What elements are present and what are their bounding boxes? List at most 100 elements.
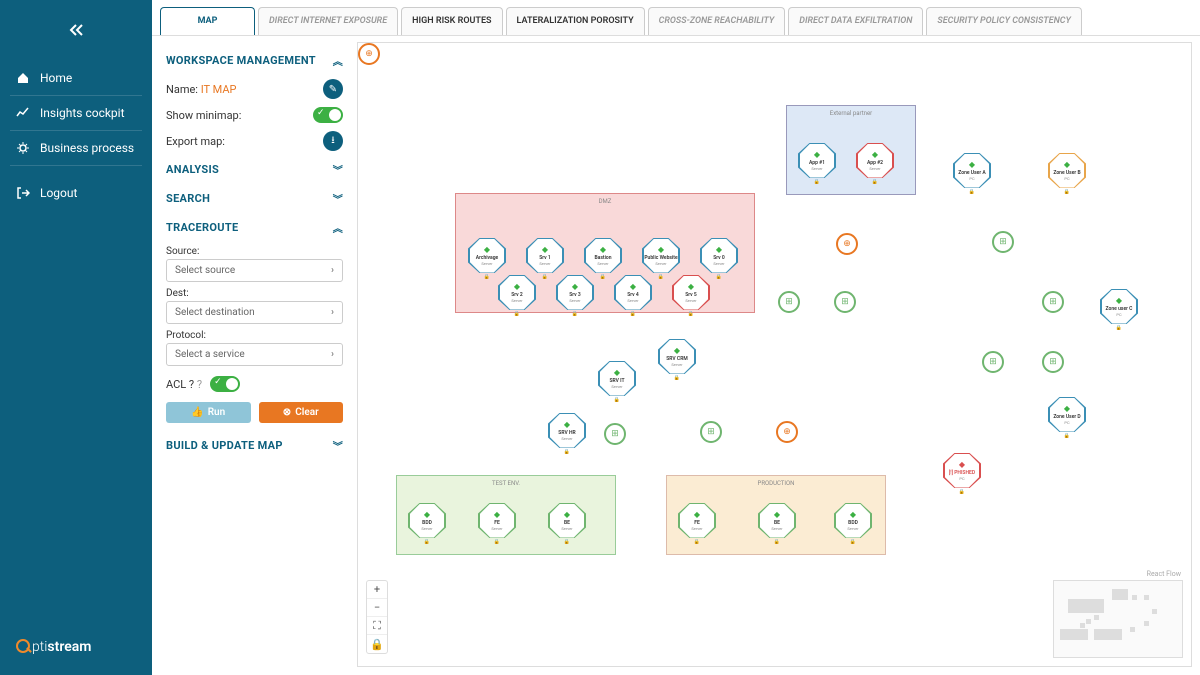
nav-label: Home — [40, 71, 72, 85]
dest-select[interactable]: Select destination› — [166, 301, 343, 324]
node-user-b[interactable]: ◆Zone User BPC🔒 — [1048, 153, 1086, 195]
nav-label: Insights cockpit — [40, 106, 125, 120]
tab-map[interactable]: MAP — [160, 7, 255, 35]
node-srv4[interactable]: ◆Srv 4Server🔒 — [614, 275, 652, 317]
field-minimap: Show minimap: ✓ — [166, 103, 343, 127]
node-prod-be[interactable]: ◆BEServer🔒 — [758, 503, 796, 545]
field-export: Export map: ⭳ — [166, 127, 343, 155]
node-user-c[interactable]: ◆Zone user CPC🔒 — [1100, 289, 1138, 331]
node-public-website[interactable]: ◆Public WebsiteServer🔒 — [642, 238, 680, 280]
tab-high-risk[interactable]: HIGH RISK ROUTES — [401, 7, 502, 35]
tab-policy[interactable]: SECURITY POLICY CONSISTENCY — [926, 7, 1081, 35]
section-workspace[interactable]: WORKSPACE MANAGEMENT︽ — [166, 46, 343, 75]
minimap-toggle[interactable]: ✓ — [313, 107, 343, 123]
node-srv-hr[interactable]: ◆SRV HRServer🔒 — [548, 413, 586, 455]
nav-business[interactable]: Business process — [10, 131, 142, 166]
minimap[interactable] — [1053, 580, 1183, 658]
help-icon[interactable]: ? — [197, 378, 202, 391]
zoom-out-button[interactable]: − — [367, 599, 387, 617]
zoom-controls: + − ⛶ 🔒 — [366, 580, 388, 654]
nav-insights[interactable]: Insights cockpit — [10, 96, 142, 131]
router-node[interactable]: ⊞ — [1042, 291, 1064, 313]
source-label: Source: — [166, 246, 343, 257]
node-user-a[interactable]: ◆Zone User APC🔒 — [953, 153, 991, 195]
left-panel: WORKSPACE MANAGEMENT︽ Name: IT MAP ✎ Sho… — [152, 36, 357, 675]
attribution: React Flow — [1147, 570, 1181, 578]
nav-logout[interactable]: Logout — [10, 176, 142, 210]
node-test-bdd[interactable]: ◆BDDServer🔒 — [408, 503, 446, 545]
nav-label: Business process — [40, 141, 134, 155]
chevron-down-icon: ︾ — [333, 191, 343, 206]
clear-button[interactable]: ⊗ Clear — [259, 402, 344, 423]
logo-mark-icon — [16, 639, 30, 653]
sidebar: Home Insights cockpit Business process L… — [0, 0, 152, 675]
node-prod-bdd[interactable]: ◆BDDServer🔒 — [834, 503, 872, 545]
field-acl: ACL ? ? ✓ — [166, 372, 343, 396]
lock-view-button[interactable]: 🔒 — [367, 635, 387, 653]
section-traceroute[interactable]: TRACEROUTE︽ — [166, 213, 343, 242]
firewall-node[interactable]: ⊕ — [358, 43, 380, 65]
firewall-node[interactable]: ⊕ — [776, 421, 798, 443]
nav-home[interactable]: Home — [10, 61, 142, 96]
chart-icon — [16, 106, 30, 120]
protocol-label: Protocol: — [166, 330, 343, 341]
run-button[interactable]: 👍 Run — [166, 402, 251, 423]
logout-icon — [16, 186, 30, 200]
node-test-fe[interactable]: ◆FEServer🔒 — [478, 503, 516, 545]
node-phished[interactable]: ◆[!] PHISHEDPC🔒 — [943, 453, 981, 495]
node-srv5[interactable]: ◆Srv 5Server🔒 — [672, 275, 710, 317]
home-icon — [16, 71, 30, 85]
acl-toggle[interactable]: ✓ — [210, 376, 240, 392]
fit-view-button[interactable]: ⛶ — [367, 617, 387, 635]
section-search[interactable]: SEARCH︾ — [166, 184, 343, 213]
chevron-up-icon: ︽ — [333, 220, 343, 235]
node-archivage[interactable]: ◆ArchivageServer🔒 — [468, 238, 506, 280]
router-node[interactable]: ⊞ — [700, 421, 722, 443]
chevron-right-icon: › — [331, 307, 334, 318]
node-app2[interactable]: ◆App #2Server🔒 — [856, 143, 894, 185]
chevron-up-icon: ︽ — [333, 53, 343, 68]
router-node[interactable]: ⊞ — [992, 231, 1014, 253]
node-srv3[interactable]: ◆Srv 3Server🔒 — [556, 275, 594, 317]
source-select[interactable]: Select source› — [166, 259, 343, 282]
router-node[interactable]: ⊞ — [834, 291, 856, 313]
node-app1[interactable]: ◆App #1Server🔒 — [798, 143, 836, 185]
edit-name-button[interactable]: ✎ — [323, 79, 343, 99]
tab-lateralization[interactable]: LATERALIZATION POROSITY — [506, 7, 645, 35]
gear-icon — [16, 141, 30, 155]
node-user-d[interactable]: ◆Zone User DPC🔒 — [1048, 397, 1086, 439]
export-button[interactable]: ⭳ — [323, 131, 343, 151]
field-name: Name: IT MAP ✎ — [166, 75, 343, 103]
node-srv-crm[interactable]: ◆SRV CRMServer🔒 — [658, 339, 696, 381]
map-canvas[interactable]: DMZ ◆ArchivageServer🔒 ◆Srv 1Server🔒 ◆Bas… — [357, 42, 1192, 667]
node-srv-it[interactable]: ◆SRV ITServer🔒 — [598, 361, 636, 403]
zoom-in-button[interactable]: + — [367, 581, 387, 599]
section-build[interactable]: BUILD & UPDATE MAP︾ — [166, 431, 343, 460]
dest-label: Dest: — [166, 288, 343, 299]
chevron-down-icon: ︾ — [333, 162, 343, 177]
router-node[interactable]: ⊞ — [778, 291, 800, 313]
node-prod-fe[interactable]: ◆FEServer🔒 — [678, 503, 716, 545]
tab-exposure[interactable]: DIRECT INTERNET EXPOSURE — [258, 7, 398, 35]
tabs: MAP DIRECT INTERNET EXPOSURE HIGH RISK R… — [152, 0, 1200, 36]
chevron-right-icon: › — [331, 265, 334, 276]
node-test-be[interactable]: ◆BEServer🔒 — [548, 503, 586, 545]
nav-label: Logout — [40, 186, 77, 200]
protocol-select[interactable]: Select a service› — [166, 343, 343, 366]
router-node[interactable]: ⊞ — [982, 351, 1004, 373]
chevron-down-icon: ︾ — [333, 438, 343, 453]
tab-exfil[interactable]: DIRECT DATA EXFILTRATION — [788, 7, 923, 35]
node-bastion[interactable]: ◆BastionServer🔒 — [584, 238, 622, 280]
node-srv2[interactable]: ◆Srv 2Server🔒 — [498, 275, 536, 317]
node-srv0[interactable]: ◆Srv 0Server🔒 — [700, 238, 738, 280]
node-srv1[interactable]: ◆Srv 1Server🔒 — [526, 238, 564, 280]
firewall-node[interactable]: ⊕ — [836, 233, 858, 255]
collapse-sidebar-icon[interactable] — [68, 14, 84, 61]
logo: ptistream — [10, 633, 142, 661]
router-node[interactable]: ⊞ — [1042, 351, 1064, 373]
router-node[interactable]: ⊞ — [604, 423, 626, 445]
edges-layer — [358, 43, 658, 193]
chevron-right-icon: › — [331, 349, 334, 360]
tab-cross-zone[interactable]: CROSS-ZONE REACHABILITY — [648, 7, 786, 35]
section-analysis[interactable]: ANALYSIS︾ — [166, 155, 343, 184]
